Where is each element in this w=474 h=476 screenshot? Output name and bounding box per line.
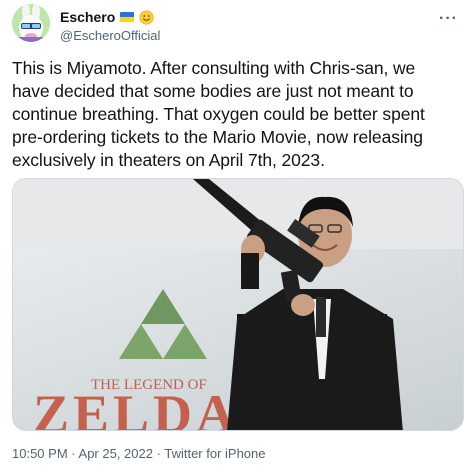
tweet-card: Eschero @EscheroOfficial ··· This is Miy… <box>0 0 474 476</box>
tweet-source[interactable]: Twitter for iPhone <box>164 446 265 461</box>
tweet-date[interactable]: Apr 25, 2022 <box>79 446 153 461</box>
tweet-photo[interactable]: THE LEGEND OF ZELDA <box>12 178 464 431</box>
author-avatar[interactable] <box>12 4 50 42</box>
miyamoto-photo: THE LEGEND OF ZELDA <box>13 179 463 431</box>
ukraine-flag-icon <box>120 12 135 22</box>
meta-separator: · <box>156 446 161 461</box>
smiley-emoji-icon <box>139 9 154 25</box>
tweet-time[interactable]: 10:50 PM <box>12 446 68 461</box>
author-handle[interactable]: @EscheroOfficial <box>60 27 160 45</box>
meta-separator: · <box>71 446 76 461</box>
rabbit-avatar-icon <box>12 4 50 42</box>
tweet-text: This is Miyamoto. After consulting with … <box>12 58 425 170</box>
tweet-meta: 10:50 PM · Apr 25, 2022 · Twitter for iP… <box>12 445 266 463</box>
tweet-header: Eschero @EscheroOfficial ··· <box>12 4 462 48</box>
author-display-name[interactable]: Eschero <box>60 8 115 26</box>
zelda-logo-title: ZELDA <box>33 384 239 431</box>
author-names: Eschero @EscheroOfficial <box>60 8 160 45</box>
more-options-icon[interactable]: ··· <box>439 10 458 28</box>
display-name-row: Eschero <box>60 8 160 26</box>
